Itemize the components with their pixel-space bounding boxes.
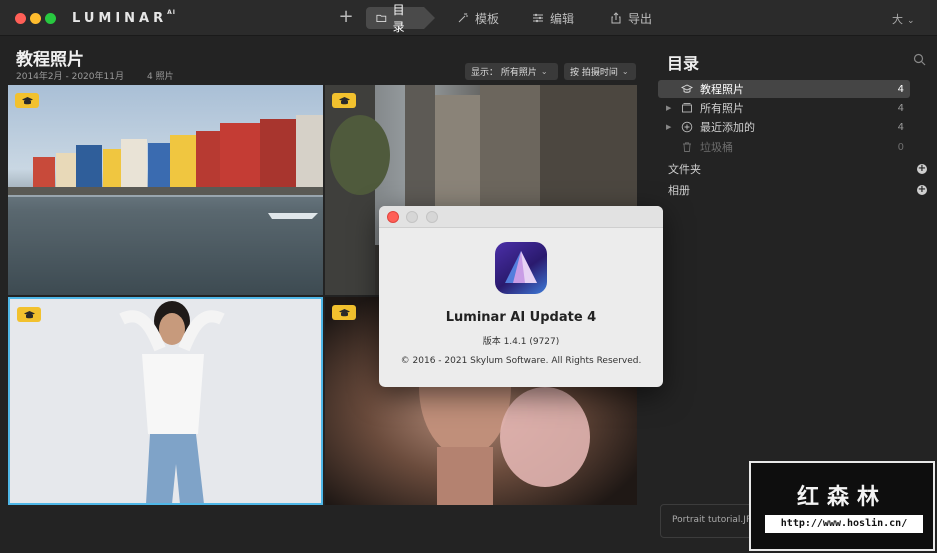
search-icon[interactable] <box>913 53 926 66</box>
harbor-houses-image <box>8 115 323 295</box>
sidebar-item-label: 最近添加的 <box>700 121 755 134</box>
sidebar-item-label: 所有照片 <box>700 102 744 115</box>
add-album-button[interactable]: + <box>917 185 927 195</box>
graduation-cap-icon <box>681 84 693 93</box>
tab-export[interactable]: 导出 <box>600 7 662 29</box>
chevron-down-icon: ⌄ <box>621 67 629 76</box>
plus-circle-icon <box>681 121 693 133</box>
sidebar-item-count: 4 <box>897 83 904 95</box>
sidebar-title: 目录 <box>667 54 700 73</box>
add-photos-button[interactable]: + <box>337 8 355 26</box>
watermark-url: http://www.hoslin.cn/ <box>765 515 923 533</box>
graduation-cap-icon <box>21 96 33 104</box>
sidebar-section-albums: 相册 <box>668 184 690 197</box>
sidebar-item-count: 4 <box>897 102 904 114</box>
folder-icon <box>376 14 387 22</box>
luminar-app-icon <box>495 242 547 294</box>
magic-wand-icon <box>458 13 468 23</box>
sidebar-item-count: 4 <box>897 121 904 133</box>
watermark: 红森林 http://www.hoslin.cn/ <box>749 461 935 551</box>
graduation-cap-icon <box>23 310 35 318</box>
dialog-copyright: © 2016 - 2021 Skylum Software. All Right… <box>400 356 642 366</box>
sliders-icon <box>533 13 543 23</box>
about-dialog: Luminar AI Update 4 版本 1.4.1 (9727) © 20… <box>379 206 663 387</box>
title-bar: LUMINARAI + 目录 模板 编辑 导出 大 ⌄ <box>0 0 937 36</box>
thumbnail-size-control[interactable]: 大 ⌄ <box>892 11 915 27</box>
sidebar-item-count: 0 <box>897 141 904 153</box>
dialog-title-bar <box>379 206 663 228</box>
selected-file-info: Portrait tutorial.JPG <box>660 504 755 538</box>
dialog-zoom-button <box>426 211 438 223</box>
sidebar-item-trash[interactable]: 垃圾桶 0 <box>658 138 910 156</box>
tab-edit[interactable]: 编辑 <box>522 7 584 29</box>
chevron-down-icon: ⌄ <box>907 16 915 26</box>
window-zoom-button[interactable] <box>45 13 56 24</box>
app-logo: LUMINARAI <box>72 9 176 26</box>
dialog-minimize-button <box>406 211 418 223</box>
add-folder-button[interactable]: + <box>917 164 927 174</box>
photo-thumbnail[interactable] <box>8 85 323 295</box>
sort-dropdown[interactable]: 按 拍摄时间 ⌄ <box>564 63 636 80</box>
sidebar-item-tutorial-photos[interactable]: 教程照片 4 <box>658 80 910 98</box>
tutorial-badge <box>15 93 39 108</box>
dialog-app-name: Luminar AI Update 4 <box>445 310 597 325</box>
show-filter-dropdown[interactable]: 显示： 所有照片 ⌄ <box>465 63 558 80</box>
photos-icon <box>682 103 692 113</box>
gallery-photo-count: 4 照片 <box>147 72 174 82</box>
disclosure-arrow-icon[interactable]: ▶ <box>666 123 676 131</box>
tab-library-label: 目录 <box>392 3 405 34</box>
trash-icon <box>683 142 691 152</box>
chevron-down-icon: ⌄ <box>540 67 548 76</box>
tutorial-badge <box>332 305 356 320</box>
woman-portrait-image <box>119 301 225 503</box>
gallery-date-range: 2014年2月 - 2020年11月 <box>16 72 124 82</box>
window-minimize-button[interactable] <box>30 13 41 24</box>
dialog-close-button[interactable] <box>387 211 399 223</box>
gallery-title: 教程照片 <box>16 50 84 70</box>
tutorial-badge <box>17 307 41 322</box>
tab-templates[interactable]: 模板 <box>447 7 509 29</box>
graduation-cap-icon <box>338 96 350 104</box>
tab-edit-label: 编辑 <box>550 11 575 26</box>
share-icon <box>611 12 621 24</box>
dialog-version: 版本 1.4.1 (9727) <box>482 337 560 347</box>
tab-templates-label: 模板 <box>475 11 500 26</box>
watermark-title: 红森林 <box>796 485 887 510</box>
tab-library[interactable]: 目录 <box>366 3 435 34</box>
tutorial-badge <box>332 93 356 108</box>
sidebar-item-label: 教程照片 <box>700 83 744 96</box>
disclosure-arrow-icon[interactable]: ▶ <box>666 104 676 112</box>
graduation-cap-icon <box>338 308 350 316</box>
sidebar-section-folders: 文件夹 <box>668 163 701 176</box>
tab-export-label: 导出 <box>628 11 653 26</box>
sidebar-item-recently-added[interactable]: ▶ 最近添加的 4 <box>658 118 910 136</box>
sidebar-item-all-photos[interactable]: ▶ 所有照片 4 <box>658 99 910 117</box>
photo-thumbnail-selected[interactable] <box>8 297 323 505</box>
window-close-button[interactable] <box>15 13 26 24</box>
sidebar-item-label: 垃圾桶 <box>700 141 733 154</box>
